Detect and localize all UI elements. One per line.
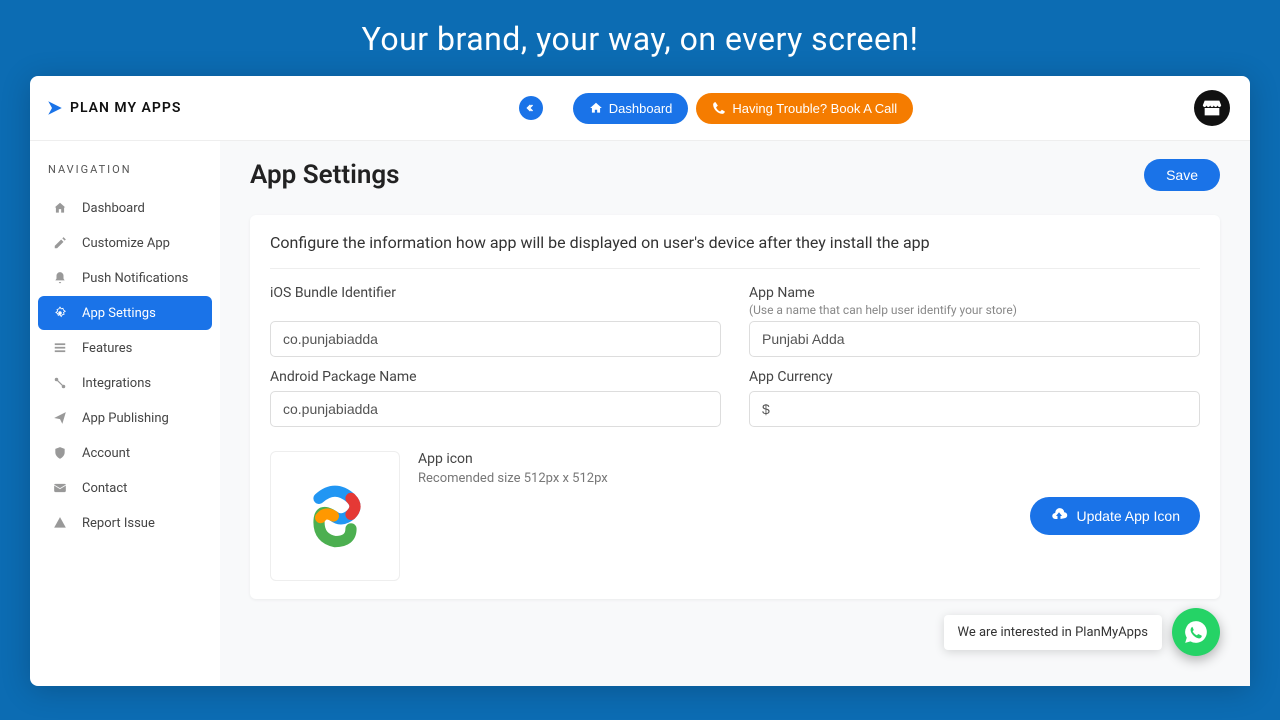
android-pkg-label: Android Package Name <box>270 369 721 385</box>
card-description: Configure the information how app will b… <box>270 233 1200 269</box>
brand-name: PLAN MY APPS <box>70 100 181 116</box>
update-app-icon-button[interactable]: Update App Icon <box>1030 497 1200 535</box>
settings-card: Configure the information how app will b… <box>250 215 1220 599</box>
hero-tagline: Your brand, your way, on every screen! <box>0 0 1280 76</box>
app-window: PLAN MY APPS Dashboard Having Trouble? B… <box>30 76 1250 686</box>
pencil-icon <box>52 235 68 251</box>
sidebar: NAVIGATION Dashboard Customize App Push … <box>30 140 220 686</box>
sidebar-collapse-button[interactable] <box>519 96 543 120</box>
whatsapp-widget[interactable]: We are interested in PlanMyApps <box>944 608 1220 656</box>
currency-input[interactable] <box>749 391 1200 427</box>
store-avatar[interactable] <box>1194 90 1230 126</box>
warning-icon <box>52 515 68 531</box>
home-icon <box>52 200 68 216</box>
app-name-label: App Name <box>749 285 1200 301</box>
app-icon-hint: Recomended size 512px x 512px <box>418 471 1012 486</box>
book-call-button[interactable]: Having Trouble? Book A Call <box>696 93 913 124</box>
sidebar-item-customize[interactable]: Customize App <box>38 226 212 260</box>
sidebar-item-features[interactable]: Features <box>38 331 212 365</box>
nav-heading: NAVIGATION <box>30 153 220 190</box>
brand-logo[interactable]: PLAN MY APPS <box>46 99 238 117</box>
app-icon-title: App icon <box>418 451 1012 467</box>
android-pkg-input[interactable] <box>270 391 721 427</box>
logo-icon <box>46 99 64 117</box>
main-content: App Settings Save Configure the informat… <box>220 140 1250 686</box>
store-icon <box>1201 97 1223 119</box>
sidebar-item-report[interactable]: Report Issue <box>38 506 212 540</box>
bell-icon <box>52 270 68 286</box>
whatsapp-icon <box>1183 619 1209 645</box>
ios-bundle-label: iOS Bundle Identifier <box>270 285 721 301</box>
whatsapp-button[interactable] <box>1172 608 1220 656</box>
app-name-input[interactable] <box>749 321 1200 357</box>
page-title: App Settings <box>250 160 400 190</box>
integration-icon <box>52 375 68 391</box>
gear-icon <box>52 305 68 321</box>
ios-bundle-input[interactable] <box>270 321 721 357</box>
sidebar-item-contact[interactable]: Contact <box>38 471 212 505</box>
sidebar-item-app-settings[interactable]: App Settings <box>38 296 212 330</box>
phone-icon <box>712 101 726 115</box>
app-icon-image <box>295 476 375 556</box>
sidebar-item-publishing[interactable]: App Publishing <box>38 401 212 435</box>
save-button[interactable]: Save <box>1144 159 1220 191</box>
mail-icon <box>52 480 68 496</box>
send-icon <box>52 410 68 426</box>
app-icon-preview <box>270 451 400 581</box>
dashboard-button[interactable]: Dashboard <box>573 93 689 124</box>
currency-label: App Currency <box>749 369 1200 385</box>
sidebar-item-integrations[interactable]: Integrations <box>38 366 212 400</box>
sidebar-item-dashboard[interactable]: Dashboard <box>38 191 212 225</box>
cloud-upload-icon <box>1050 507 1068 525</box>
shield-icon <box>52 445 68 461</box>
sidebar-item-account[interactable]: Account <box>38 436 212 470</box>
app-name-hint: (Use a name that can help user identify … <box>749 303 1200 317</box>
list-icon <box>52 340 68 356</box>
home-icon <box>589 101 603 115</box>
topbar: PLAN MY APPS Dashboard Having Trouble? B… <box>30 76 1250 140</box>
sidebar-item-push[interactable]: Push Notifications <box>38 261 212 295</box>
whatsapp-text: We are interested in PlanMyApps <box>944 615 1162 650</box>
